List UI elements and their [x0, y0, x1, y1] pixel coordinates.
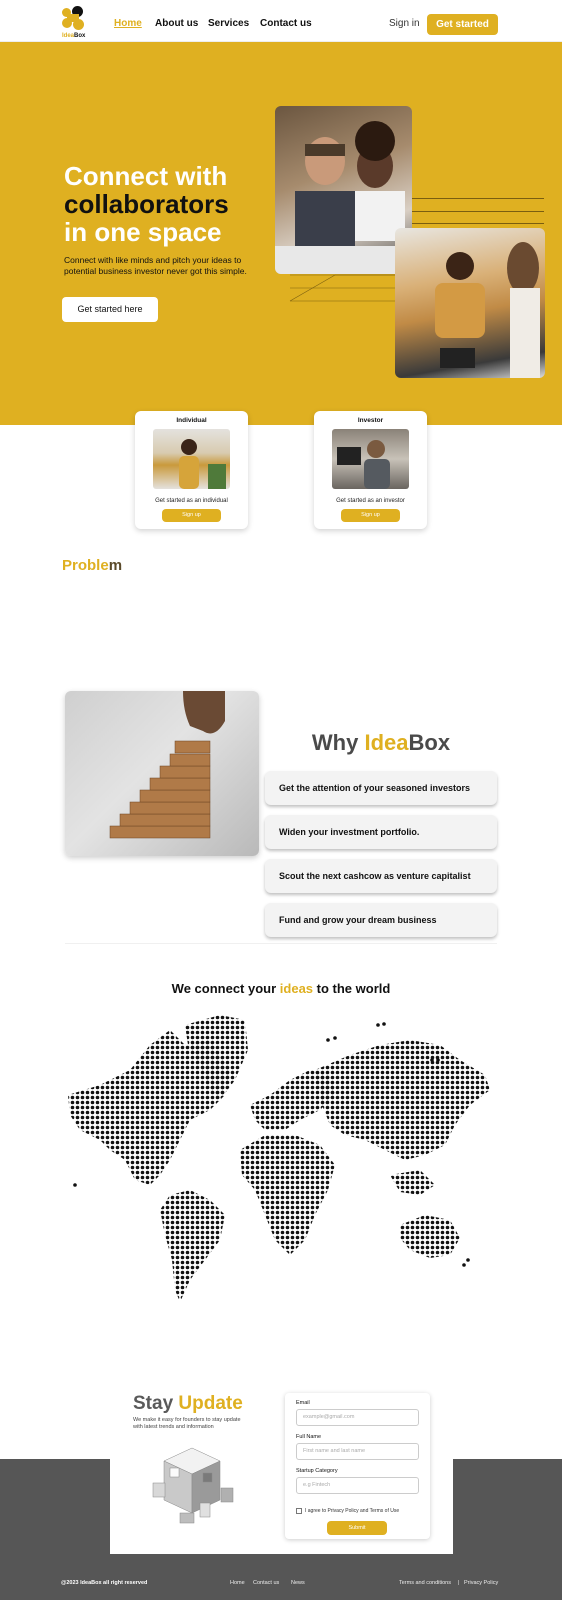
decor-line — [412, 223, 544, 224]
signin-link[interactable]: Sign in — [389, 18, 420, 29]
full-name-field[interactable]: First name and last name — [296, 1443, 419, 1460]
wooden-steps-photo — [65, 691, 259, 856]
nav-link-services[interactable]: Services — [208, 18, 249, 29]
mini-line-chart — [289, 274, 395, 302]
decor-line — [412, 198, 544, 199]
footer-link-news[interactable]: News — [291, 1580, 305, 1586]
why-heading: Why IdeaBox — [311, 730, 451, 755]
footer-link-home[interactable]: Home — [230, 1580, 245, 1586]
footer-link-terms[interactable]: Terms and conditions — [399, 1580, 451, 1586]
investor-card: Investor Get started as an investor Sign… — [314, 411, 427, 529]
why-item: Fund and grow your dream business — [265, 903, 497, 937]
footer-separator: | — [458, 1580, 460, 1586]
investor-photo — [332, 429, 409, 489]
hero-section: Connect with collaborators in one space … — [0, 42, 562, 425]
why-item: Get the attention of your seasoned inves… — [265, 771, 497, 805]
logo-text: IdeaBox — [62, 33, 86, 39]
subscribe-form: Email example@gmail.com Full Name First … — [285, 1393, 430, 1539]
problem-heading: Problem — [62, 557, 123, 574]
startup-category-field[interactable]: e.g Fintech — [296, 1477, 419, 1494]
submit-button[interactable]: Submit — [327, 1521, 387, 1535]
footer-link-privacy[interactable]: Privacy Policy — [464, 1580, 498, 1586]
category-label: Startup Category — [296, 1468, 338, 1474]
investor-signup-button[interactable]: Sign up — [341, 509, 400, 522]
why-item: Scout the next cashcow as venture capita… — [265, 859, 497, 893]
top-nav: IdeaBox Home About us Services Contact u… — [0, 0, 562, 42]
agree-label: I agree to Privacy Policy and Terms of U… — [305, 1508, 400, 1514]
meeting-photo — [395, 228, 545, 378]
stay-update-section: Stay Update We make it easy for founders… — [110, 1371, 453, 1554]
card-description: Get started as an individual — [155, 498, 228, 504]
stay-update-subtitle: We make it easy for founders to stay upd… — [133, 1417, 241, 1430]
collaborators-photo — [275, 106, 412, 274]
card-description: Get started as an investor — [336, 498, 405, 504]
decor-line — [412, 211, 544, 212]
name-label: Full Name — [296, 1434, 322, 1440]
card-title: Individual — [176, 417, 207, 424]
footer-link-contact[interactable]: Contact us — [253, 1580, 279, 1586]
nav-link-home[interactable]: Home — [114, 18, 142, 29]
stay-update-heading: Stay Update — [133, 1393, 243, 1414]
hero-subtitle: Connect with like minds and pitch your i… — [64, 255, 247, 276]
email-label: Email — [296, 1400, 310, 1406]
individual-card: Individual Get started as an individual … — [135, 411, 248, 529]
connect-heading: We connect your ideas to the world — [171, 981, 391, 996]
hero-cta-button[interactable]: Get started here — [62, 297, 158, 322]
card-title: Investor — [357, 417, 384, 424]
cubes-illustration — [152, 1447, 234, 1524]
individual-photo — [153, 429, 230, 489]
nav-link-about[interactable]: About us — [155, 18, 198, 29]
individual-signup-button[interactable]: Sign up — [162, 509, 221, 522]
why-item: Widen your investment portfolio. — [265, 815, 497, 849]
hero-title: Connect with collaborators in one space — [64, 161, 229, 247]
get-started-button[interactable]: Get started — [427, 14, 498, 35]
copyright-text: @2023 IdeaBox all right reserved — [61, 1580, 148, 1586]
world-dot-map — [68, 1015, 490, 1302]
nav-link-contact[interactable]: Contact us — [260, 18, 312, 29]
agree-checkbox[interactable] — [296, 1508, 302, 1514]
section-divider — [65, 943, 497, 944]
email-field[interactable]: example@gmail.com — [296, 1409, 419, 1426]
